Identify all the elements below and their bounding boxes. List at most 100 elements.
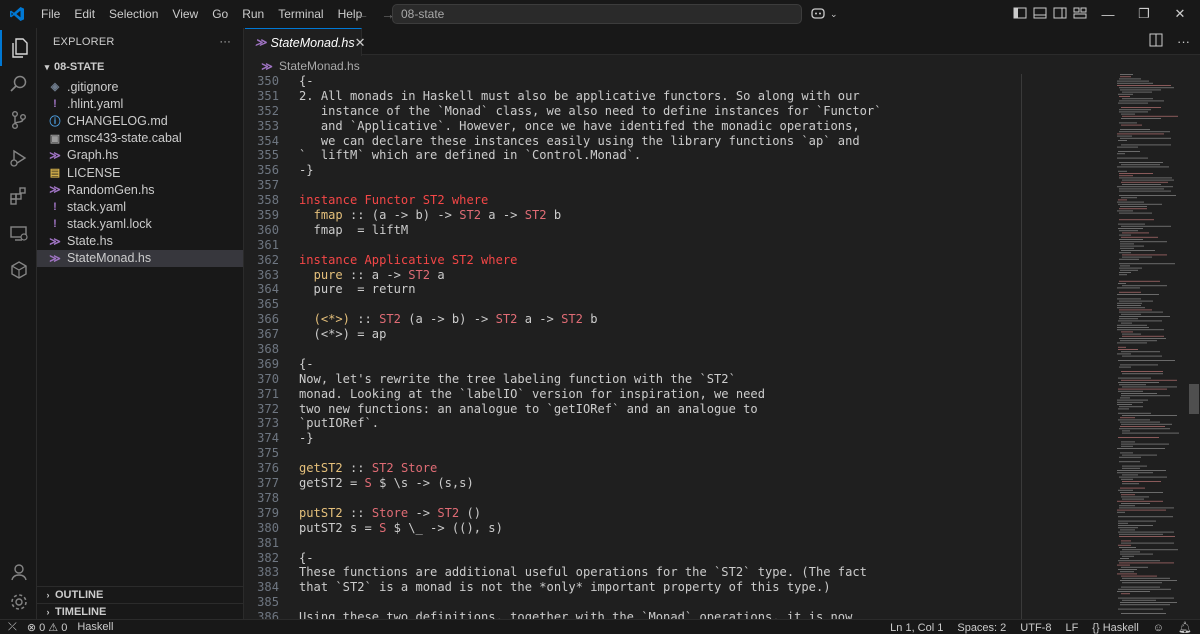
code-line[interactable]: 372 two new functions: an analogue to `ge… <box>245 402 1015 417</box>
code-line[interactable]: 379 putST2 :: Store -> ST2 () <box>245 506 1015 521</box>
file-item[interactable]: ≫ StateMonad.hs <box>37 249 243 268</box>
cursor-position[interactable]: Ln 1, Col 1 <box>890 622 943 634</box>
file-item[interactable]: ! .hlint.yaml <box>37 95 243 112</box>
settings-gear-icon[interactable] <box>0 584 37 620</box>
remote-explorer-icon[interactable] <box>0 216 37 252</box>
code-line[interactable]: 362 instance Applicative ST2 where <box>245 253 1015 268</box>
code-line[interactable]: 358 instance Functor ST2 where <box>245 193 1015 208</box>
toggle-secondary-sidebar-icon[interactable] <box>1053 6 1067 23</box>
code-line[interactable]: 385 <box>245 595 1015 610</box>
code-line[interactable]: 382 {- <box>245 551 1015 566</box>
file-item[interactable]: ! stack.yaml.lock <box>37 216 243 233</box>
menu-go[interactable]: Go <box>205 0 235 28</box>
language-mode[interactable]: {} Haskell <box>1092 622 1139 634</box>
end-of-line[interactable]: LF <box>1065 622 1078 634</box>
workspace-folder[interactable]: ▾ 08-STATE <box>37 56 243 78</box>
run-debug-icon[interactable] <box>0 140 37 176</box>
code-line[interactable]: 368 <box>245 342 1015 357</box>
code-line[interactable]: 370 Now, let's rewrite the tree labeling … <box>245 372 1015 387</box>
back-arrow-icon[interactable]: ← <box>355 6 369 22</box>
code-line[interactable]: 363 pure :: a -> ST2 a <box>245 268 1015 283</box>
line-number: 378 <box>257 490 279 505</box>
vertical-scrollbar[interactable] <box>1189 384 1199 414</box>
code-line[interactable]: 353 and `Applicative`. However, once we … <box>245 119 1015 134</box>
source-control-icon[interactable] <box>0 102 37 138</box>
code-line[interactable]: 352 instance of the `Monad` class, we al… <box>245 104 1015 119</box>
toggle-primary-sidebar-icon[interactable] <box>1013 6 1027 23</box>
problems-indicator[interactable]: ⊗ 0 ⚠ 0 <box>27 621 68 634</box>
code-line[interactable]: 364 pure = return <box>245 282 1015 297</box>
code-line[interactable]: 371 monad. Looking at the `labelIO` versi… <box>245 387 1015 402</box>
code-line[interactable]: 360 fmap = liftM <box>245 223 1015 238</box>
code-line[interactable]: 356 -} <box>245 163 1015 178</box>
toggle-panel-icon[interactable] <box>1033 6 1047 23</box>
code-line[interactable]: 359 fmap :: (a -> b) -> ST2 a -> ST2 b <box>245 208 1015 223</box>
menu-view[interactable]: View <box>165 0 205 28</box>
code-line[interactable]: 366 (<*>) :: ST2 (a -> b) -> ST2 a -> ST… <box>245 312 1015 327</box>
code-line[interactable]: 383 These functions are additional useful… <box>245 565 1015 580</box>
files-icon[interactable] <box>0 30 37 66</box>
copilot-icon[interactable]: ⌄ <box>810 4 848 24</box>
code-line[interactable]: 357 <box>245 178 1015 193</box>
file-item[interactable]: ! stack.yaml <box>37 198 243 215</box>
split-editor-icon[interactable] <box>1149 33 1163 50</box>
file-item[interactable]: ⓘ CHANGELOG.md <box>37 112 243 129</box>
file-label: stack.yaml.lock <box>67 217 152 232</box>
code-line[interactable]: 361 <box>245 238 1015 253</box>
code-line[interactable]: 369 {- <box>245 357 1015 372</box>
search-icon[interactable] <box>0 66 37 102</box>
line-number: 356 <box>257 163 279 178</box>
code-line[interactable]: 378 <box>245 491 1015 506</box>
code-line[interactable]: 380 putST2 s = S $ \_ -> ((), s) <box>245 521 1015 536</box>
code-line[interactable]: 354 we can declare these instances easil… <box>245 134 1015 149</box>
more-actions-icon[interactable]: ··· <box>219 36 231 48</box>
haskell-status[interactable]: Haskell <box>77 621 113 633</box>
close-icon[interactable]: ✕ <box>1162 6 1198 22</box>
code-line[interactable]: 373 `putIORef`. <box>245 416 1015 431</box>
file-item[interactable]: ≫ State.hs <box>37 233 243 250</box>
code-line[interactable]: 384 that `ST2` is a monad is not the *onl… <box>245 580 1015 595</box>
code-line[interactable]: 355 ` liftM` which are defined in `Contro… <box>245 148 1015 163</box>
indentation[interactable]: Spaces: 2 <box>957 622 1006 634</box>
code-line[interactable]: 381 <box>245 536 1015 551</box>
file-item[interactable]: ≫ Graph.hs <box>37 147 243 164</box>
menu-run[interactable]: Run <box>235 0 271 28</box>
menu-file[interactable]: File <box>34 0 67 28</box>
code-line[interactable]: 376 getST2 :: ST2 Store <box>245 461 1015 476</box>
copilot-status-icon[interactable]: ☺ <box>1153 622 1164 634</box>
close-tab-icon[interactable]: ✕ <box>355 35 366 51</box>
restore-icon[interactable]: ❐ <box>1126 6 1162 22</box>
code-line[interactable]: 365 <box>245 297 1015 312</box>
file-item[interactable]: ▤ LICENSE <box>37 164 243 181</box>
code-line[interactable]: 374 -} <box>245 431 1015 446</box>
timeline-section[interactable]: › TIMELINE <box>37 603 244 620</box>
line-number: 363 <box>257 267 279 282</box>
menu-edit[interactable]: Edit <box>67 0 102 28</box>
menu-terminal[interactable]: Terminal <box>271 0 330 28</box>
outline-section[interactable]: › OUTLINE <box>37 586 244 603</box>
command-center[interactable]: 08-state <box>392 4 802 24</box>
minimap[interactable] <box>1115 74 1189 619</box>
tab-statemonad[interactable]: ≫ StateMonad.hs ✕ <box>245 28 366 56</box>
file-item[interactable]: ▣ cmsc433-state.cabal <box>37 130 243 147</box>
more-actions-icon[interactable]: ··· <box>1177 34 1190 49</box>
file-item[interactable]: ≫ RandomGen.hs <box>37 181 243 198</box>
code-line[interactable]: 350 {- <box>245 74 1015 89</box>
breadcrumb[interactable]: ≫ StateMonad.hs <box>259 56 359 76</box>
encoding[interactable]: UTF-8 <box>1020 622 1051 634</box>
code-line[interactable]: 377 getST2 = S $ \s -> (s,s) <box>245 476 1015 491</box>
extensions-icon[interactable] <box>0 178 37 214</box>
minimize-icon[interactable]: — <box>1090 7 1126 22</box>
code-line[interactable]: 351 2. All monads in Haskell must also be… <box>245 89 1015 104</box>
chevron-down-icon[interactable]: ⌄ <box>830 9 838 20</box>
code-line[interactable]: 386 Using these two definitions, together… <box>245 610 1015 619</box>
customize-layout-icon[interactable] <box>1073 6 1087 23</box>
notifications-icon[interactable]: 🔔︎ <box>1178 621 1192 634</box>
menu-selection[interactable]: Selection <box>102 0 165 28</box>
code-editor[interactable]: 350 {- 351 2. All monads in Haskell must al… <box>245 74 1015 619</box>
containers-icon[interactable] <box>0 252 37 288</box>
remote-indicator-icon[interactable]: ⤫ <box>8 621 17 634</box>
code-line[interactable]: 375 <box>245 446 1015 461</box>
file-item[interactable]: ◈ .gitignore <box>37 78 243 95</box>
code-line[interactable]: 367 (<*>) = ap <box>245 327 1015 342</box>
